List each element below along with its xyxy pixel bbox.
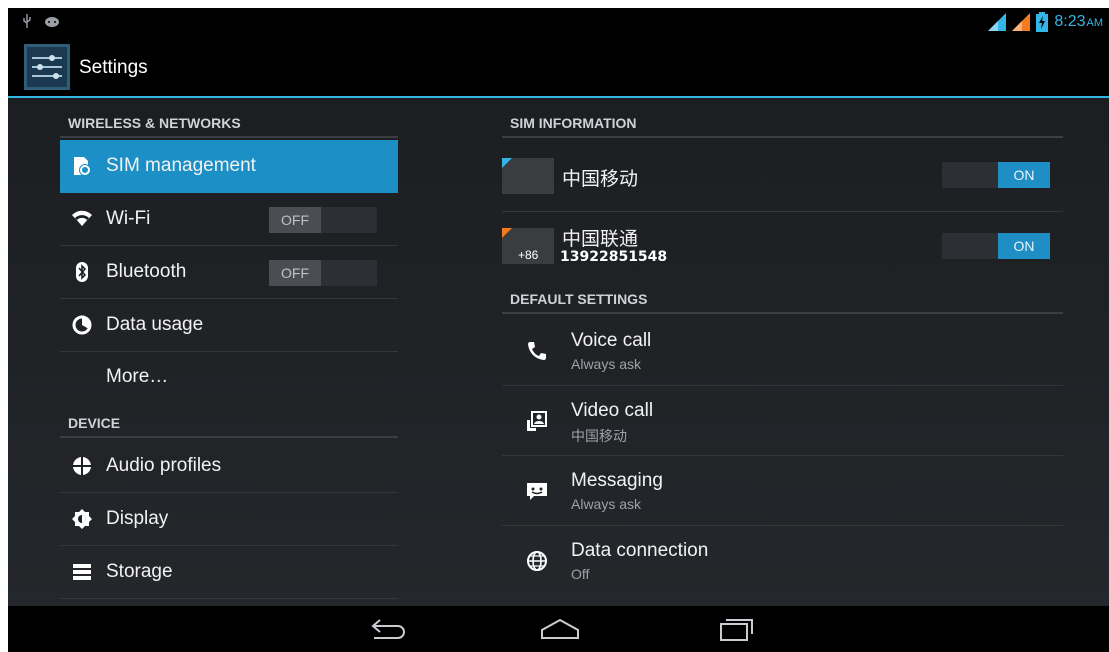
back-icon[interactable] [364, 614, 408, 644]
sidebar-item-label: Data usage [106, 314, 204, 335]
sim-operator-name: 中国联通 [562, 229, 639, 250]
sim2-toggle[interactable]: ON [942, 233, 1050, 259]
globe-icon [527, 551, 547, 571]
android-screen: 8:23AM Settings WIRELESS & NETWORKS SIM … [8, 8, 1109, 652]
sidebar-item-display[interactable]: Display [60, 493, 398, 546]
recent-apps-icon[interactable] [714, 614, 758, 644]
setting-subtitle: 中国移动 [571, 428, 627, 444]
setting-title: Messaging [571, 470, 663, 491]
display-icon [72, 509, 92, 529]
section-header-device: DEVICE [60, 408, 398, 438]
bluetooth-toggle[interactable]: OFF [269, 260, 377, 286]
sim-card-thumbnail: +86 [502, 228, 554, 264]
toggle-state: ON [998, 233, 1050, 259]
setting-title: Voice call [571, 330, 652, 351]
section-header-wireless: WIRELESS & NETWORKS [60, 108, 398, 138]
wifi-icon [72, 210, 92, 226]
sim1-toggle[interactable]: ON [942, 162, 1050, 188]
usb-icon [23, 14, 31, 28]
setting-subtitle: Always ask [571, 496, 642, 512]
section-header-sim-info: SIM INFORMATION [502, 108, 1063, 138]
sidebar-item-sim-management[interactable]: SIM management [60, 140, 398, 193]
sidebar-item-label: Wi-Fi [106, 208, 151, 229]
sidebar-item-label: Bluetooth [106, 261, 187, 282]
setting-messaging[interactable]: Messaging Always ask [502, 456, 1063, 526]
sidebar-item-audio-profiles[interactable]: Audio profiles [60, 440, 398, 493]
sidebar-item-label: SIM management [106, 155, 256, 176]
clock-time: 8:23 [1054, 13, 1086, 30]
sim-row-2[interactable]: +86 中国联通 13922851548 ON [502, 212, 1063, 282]
sidebar-item-label: Audio profiles [106, 455, 222, 476]
sidebar-item-data-usage[interactable]: Data usage [60, 299, 398, 352]
settings-categories: WIRELESS & NETWORKS SIM management Wi-Fi… [60, 98, 398, 606]
sim-row-1[interactable]: 中国移动 ON [502, 140, 1063, 212]
toggle-state: ON [998, 162, 1050, 188]
sim-management-panel: SIM INFORMATION 中国移动 ON +86 中国联通 1392285… [502, 98, 1063, 621]
clock: 8:23AM [1054, 13, 1103, 31]
sim-management-icon [74, 157, 91, 176]
sidebar-item-wifi[interactable]: Wi-Fi OFF [60, 193, 398, 246]
video-call-icon [527, 411, 547, 431]
sidebar-item-more[interactable]: More… [60, 352, 398, 404]
home-icon[interactable] [538, 614, 582, 644]
settings-content: WIRELESS & NETWORKS SIM management Wi-Fi… [8, 98, 1109, 621]
sidebar-item-storage[interactable]: Storage [60, 546, 398, 599]
android-debug-icon [45, 17, 59, 27]
battery-charging-icon [1036, 12, 1049, 32]
page-title: Settings [79, 57, 148, 78]
sim-operator-name: 中国移动 [562, 169, 639, 190]
toggle-state: OFF [269, 260, 321, 286]
setting-title: Video call [571, 400, 654, 421]
navigation-bar [8, 606, 1109, 652]
setting-data-connection[interactable]: Data connection Off [502, 526, 1063, 596]
data-usage-icon [72, 315, 92, 335]
audio-profiles-icon [73, 457, 91, 475]
sidebar-item-label: Display [106, 508, 169, 529]
messaging-icon [527, 483, 547, 500]
sim-phone-number: 13922851548 [560, 249, 668, 265]
sim-color-indicator [502, 228, 512, 238]
setting-video-call[interactable]: Video call 中国移动 [502, 386, 1063, 456]
setting-title: Data connection [571, 540, 709, 561]
signal-icon [1012, 13, 1031, 31]
setting-subtitle: Always ask [571, 356, 642, 372]
signal-icon [988, 13, 1007, 31]
toggle-state: OFF [269, 207, 321, 233]
bluetooth-icon [76, 262, 88, 282]
sim-color-indicator [502, 158, 512, 168]
setting-subtitle: Off [571, 566, 590, 582]
sidebar-item-label: More… [106, 366, 169, 387]
wifi-toggle[interactable]: OFF [269, 207, 377, 233]
phone-icon [528, 342, 546, 360]
clock-ampm: AM [1086, 17, 1104, 29]
settings-sliders-icon[interactable] [24, 44, 70, 90]
sidebar-item-bluetooth[interactable]: Bluetooth OFF [60, 246, 398, 299]
sim-country-prefix: +86 [518, 248, 539, 262]
action-bar: Settings [8, 38, 1109, 98]
sidebar-item-label: Storage [106, 561, 173, 582]
sim-card-thumbnail [502, 158, 554, 194]
storage-icon [73, 564, 91, 580]
setting-voice-call[interactable]: Voice call Always ask [502, 316, 1063, 386]
status-bar: 8:23AM [8, 8, 1109, 38]
section-header-default-settings: DEFAULT SETTINGS [502, 284, 1063, 314]
